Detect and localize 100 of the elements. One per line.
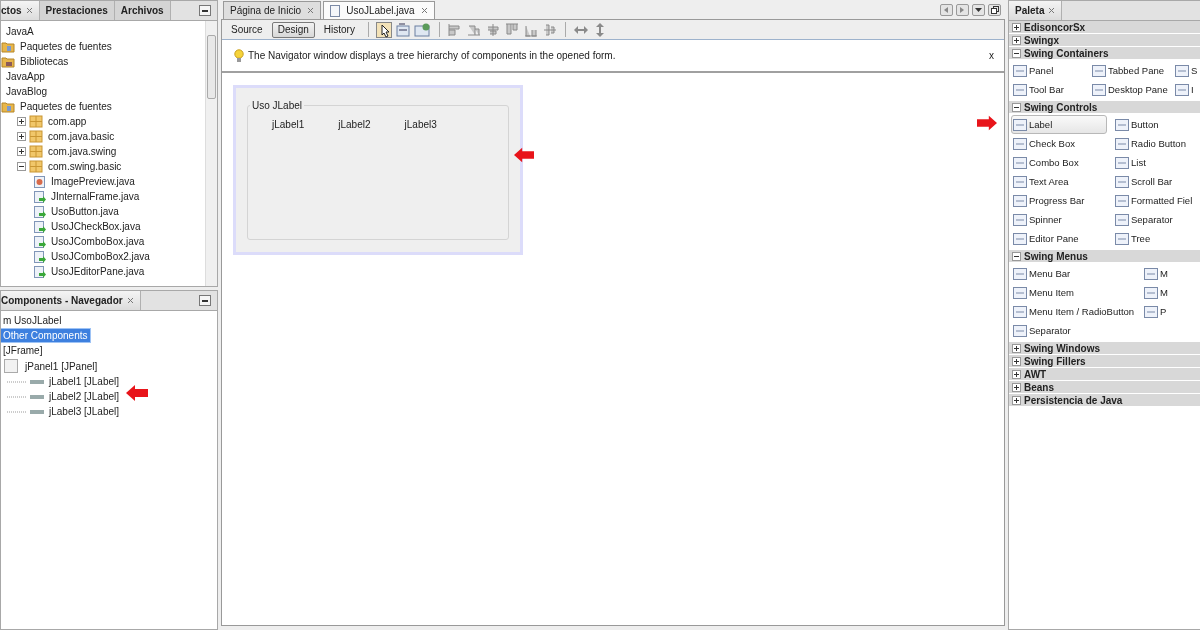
palette-item[interactable]: Spinner (1011, 210, 1107, 229)
project-node[interactable]: JavaBlog (4, 85, 50, 98)
project-node[interactable]: com.swing.basic (46, 160, 124, 173)
project-node[interactable]: JavaApp (4, 70, 47, 83)
collapse-icon[interactable] (1012, 102, 1021, 112)
project-node[interactable]: com.java.swing (46, 145, 119, 158)
project-node[interactable]: UsoJCheckBox.java (49, 220, 143, 233)
minimize-button[interactable] (199, 295, 211, 306)
scroll-left-button[interactable] (940, 4, 953, 16)
palette-category[interactable]: Swing Windows (1009, 342, 1200, 355)
palette-item[interactable]: Radio Button (1113, 134, 1200, 153)
palette-item[interactable]: Menu Item (1011, 283, 1137, 302)
project-node[interactable]: Bibliotecas (18, 55, 71, 68)
form-label[interactable]: jLabel1 (272, 119, 305, 130)
palette-item[interactable]: Label (1011, 115, 1107, 134)
project-node[interactable]: com.app (46, 115, 89, 128)
expand-icon[interactable] (1012, 395, 1021, 405)
palette-category[interactable]: Swing Fillers (1009, 355, 1200, 368)
palette-item[interactable]: Text Area (1011, 172, 1107, 191)
palette-category[interactable]: Swing Menus (1009, 250, 1200, 263)
palette-item[interactable]: Progress Bar (1011, 191, 1107, 210)
palette-category[interactable]: Swing Containers (1009, 47, 1200, 60)
palette-category[interactable]: Persistencia de Java (1009, 394, 1200, 407)
expand-icon[interactable] (1012, 22, 1021, 32)
expand-icon[interactable] (1012, 356, 1021, 366)
navigator-node[interactable]: [JFrame] (1, 344, 45, 357)
expand-icon[interactable] (1012, 343, 1021, 353)
project-node[interactable]: com.java.basic (46, 130, 117, 143)
editor-tab[interactable]: UsoJLabel.java (323, 1, 435, 19)
palette-item[interactable]: Panel (1011, 61, 1089, 80)
expand-icon[interactable] (1012, 369, 1021, 379)
palette-item[interactable]: Menu Bar (1011, 264, 1137, 283)
scrollbar[interactable] (205, 21, 217, 286)
navigator-node[interactable]: jLabel3 [JLabel] (47, 405, 122, 418)
navigator-node[interactable]: jPanel1 [JPanel] (23, 359, 100, 373)
view-button[interactable]: Design (271, 21, 315, 38)
palette-category[interactable]: Beans (1009, 381, 1200, 394)
dropdown-button[interactable] (972, 4, 985, 16)
expand-icon[interactable] (1012, 382, 1021, 392)
expand-icon[interactable] (17, 147, 26, 156)
project-node[interactable]: Paquetes de fuentes (18, 100, 114, 113)
navigator-node[interactable]: m UsoJLabel (1, 314, 64, 327)
palette-category[interactable]: AWT (1009, 368, 1200, 381)
view-button[interactable]: Source (225, 21, 269, 38)
close-icon[interactable] (420, 7, 428, 14)
collapse-icon[interactable] (17, 162, 26, 171)
palette-item[interactable]: Scroll Bar (1113, 172, 1200, 191)
project-node[interactable]: JInternalFrame.java (49, 190, 142, 203)
palette-item[interactable]: Separator (1113, 210, 1200, 229)
palette-item[interactable]: Button (1113, 115, 1200, 134)
palette-item[interactable]: List (1113, 153, 1200, 172)
editor-tab[interactable]: Página de Inicio (223, 1, 322, 19)
project-node[interactable]: UsoButton.java (49, 205, 121, 218)
selection-mode-icon[interactable] (375, 21, 392, 38)
panel-tab[interactable]: Components - Navegador (1, 291, 141, 310)
navigator-node[interactable]: jLabel2 [JLabel] (47, 390, 122, 403)
close-icon[interactable] (307, 7, 315, 14)
project-node[interactable]: Paquetes de fuentes (18, 40, 114, 53)
expand-icon[interactable] (1012, 35, 1021, 45)
expand-icon[interactable] (17, 132, 26, 141)
project-node[interactable]: ImagePreview.java (49, 175, 137, 188)
palette-category[interactable]: Swingx (1009, 34, 1200, 47)
panel-tab[interactable]: Paleta (1009, 1, 1063, 20)
collapse-icon[interactable] (1012, 48, 1021, 58)
restore-button[interactable] (988, 4, 1001, 16)
palette-category[interactable]: Swing Controls (1009, 101, 1200, 114)
view-button[interactable]: History (317, 21, 361, 38)
panel-tab[interactable]: Prestaciones (39, 1, 115, 20)
preview-icon[interactable] (413, 21, 432, 38)
collapse-icon[interactable] (1012, 251, 1021, 261)
palette-item[interactable]: Separator (1011, 321, 1137, 340)
close-hint-button[interactable]: x (989, 50, 994, 61)
palette-item[interactable]: P (1142, 302, 1200, 321)
palette-item[interactable]: M (1142, 283, 1200, 302)
form-label[interactable]: jLabel2 (338, 119, 371, 130)
close-icon[interactable] (126, 297, 134, 304)
project-node[interactable]: JavaA (4, 25, 36, 38)
project-node[interactable]: UsoJComboBox2.java (49, 250, 152, 263)
palette-item[interactable]: Editor Pane (1011, 229, 1107, 248)
palette-category[interactable]: EdisoncorSx (1009, 21, 1200, 34)
panel-tab[interactable]: ctos (1, 1, 40, 20)
palette-item[interactable]: Check Box (1011, 134, 1107, 153)
palette-item[interactable]: I (1173, 80, 1200, 99)
project-node[interactable]: UsoJEditorPane.java (49, 265, 147, 278)
panel-tab[interactable]: Archivos (114, 1, 171, 20)
palette-item[interactable]: S (1173, 61, 1200, 80)
navigator-node[interactable]: Other Components (1, 329, 90, 342)
palette-item[interactable]: M (1142, 264, 1200, 283)
close-icon[interactable] (25, 7, 33, 14)
palette-item[interactable]: Tree (1113, 229, 1200, 248)
navigator-node[interactable]: jLabel1 [JLabel] (47, 375, 122, 388)
minimize-button[interactable] (199, 5, 211, 16)
expand-icon[interactable] (17, 117, 26, 126)
palette-item[interactable]: Combo Box (1011, 153, 1107, 172)
palette-item[interactable]: Desktop Pane (1090, 80, 1172, 99)
palette-item[interactable]: Tool Bar (1011, 80, 1089, 99)
close-icon[interactable] (1048, 7, 1056, 14)
palette-item[interactable]: Tabbed Pane (1090, 61, 1172, 80)
palette-item[interactable]: Menu Item / RadioButton (1011, 302, 1137, 321)
palette-item[interactable]: Formatted Fiel (1113, 191, 1200, 210)
